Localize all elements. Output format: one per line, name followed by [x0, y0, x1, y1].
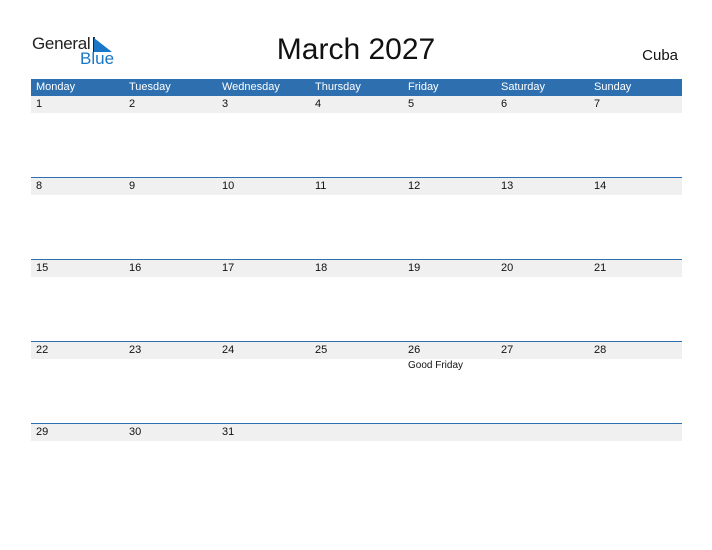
day-number-strip: 29 30 31	[31, 424, 682, 441]
day-number: 13	[501, 180, 514, 192]
day-number: 30	[129, 426, 142, 438]
day-number: 11	[315, 180, 327, 192]
day-number: 9	[129, 180, 136, 192]
day-event	[310, 359, 403, 373]
day-number: 3	[222, 98, 229, 110]
day-number: 2	[129, 98, 136, 110]
day-event	[589, 359, 682, 373]
day-number: 22	[36, 344, 49, 356]
week-row: 1 2 3 4 5 6 7	[31, 96, 682, 177]
day-number-strip: 15 16 17 18 19 20 21	[31, 260, 682, 277]
weekday-wednesday: Wednesday	[222, 81, 280, 93]
day-number	[589, 424, 682, 441]
calendar-title: March 2027	[276, 33, 436, 66]
day-event	[217, 359, 310, 373]
day-event	[124, 359, 217, 373]
week-row: 22 23 24 25 26 27 28 Good Friday	[31, 341, 682, 423]
week-row: 15 16 17 18 19 20 21	[31, 259, 682, 341]
country-label: Cuba	[642, 47, 678, 64]
day-number: 14	[594, 180, 607, 192]
day-number: 25	[315, 344, 328, 356]
day-number: 17	[222, 262, 235, 274]
events-strip: Good Friday	[31, 359, 682, 373]
day-number: 8	[36, 180, 43, 192]
day-number: 4	[315, 98, 322, 110]
calendar-grid: Monday Tuesday Wednesday Thursday Friday…	[31, 79, 682, 505]
day-number-strip: 8 9 10 11 12 13 14	[31, 178, 682, 195]
day-number: 31	[222, 426, 235, 438]
weekday-thursday: Thursday	[315, 81, 361, 93]
day-number: 24	[222, 344, 235, 356]
day-number-strip: 1 2 3 4 5 6 7	[31, 96, 682, 113]
day-number: 12	[408, 180, 421, 192]
day-number: 27	[501, 344, 514, 356]
day-number: 20	[501, 262, 514, 274]
day-number	[496, 424, 589, 441]
week-row: 29 30 31	[31, 423, 682, 505]
week-row: 8 9 10 11 12 13 14	[31, 177, 682, 259]
day-number: 18	[315, 262, 328, 274]
day-number: 7	[594, 98, 601, 110]
day-number-strip: 22 23 24 25 26 27 28	[31, 342, 682, 359]
day-number: 23	[129, 344, 142, 356]
day-number: 1	[36, 98, 43, 110]
weekday-saturday: Saturday	[501, 81, 546, 93]
day-number	[403, 424, 496, 441]
weekday-header: Monday Tuesday Wednesday Thursday Friday…	[31, 79, 682, 96]
weekday-tuesday: Tuesday	[129, 81, 171, 93]
day-number: 16	[129, 262, 142, 274]
day-number: 28	[594, 344, 607, 356]
weekday-monday: Monday	[36, 81, 76, 93]
day-number: 15	[36, 262, 49, 274]
day-number: 21	[594, 262, 607, 274]
day-event: Good Friday	[408, 360, 464, 371]
day-number: 29	[36, 426, 49, 438]
weekday-sunday: Sunday	[594, 81, 632, 93]
day-number: 6	[501, 98, 508, 110]
day-event	[31, 359, 124, 373]
day-number: 10	[222, 180, 235, 192]
day-number: 26	[408, 344, 421, 356]
weekday-friday: Friday	[408, 81, 439, 93]
day-event	[496, 359, 589, 373]
day-number: 19	[408, 262, 421, 274]
day-number	[310, 424, 403, 441]
day-number: 5	[408, 98, 415, 110]
